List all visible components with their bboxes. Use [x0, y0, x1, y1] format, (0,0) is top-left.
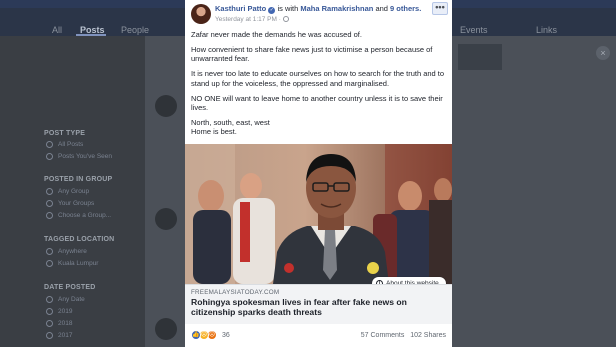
radio-icon[interactable] [46, 296, 53, 303]
filter-option[interactable]: 2017 [58, 332, 72, 339]
like-reaction-icon: 👍 [191, 330, 201, 340]
radio-icon[interactable] [46, 212, 53, 219]
radio-icon[interactable] [46, 141, 53, 148]
tagged-person-link[interactable]: Maha Ramakrishnan [300, 4, 373, 13]
radio-icon[interactable] [46, 188, 53, 195]
public-globe-icon [282, 16, 289, 22]
filter-option[interactable]: Anywhere [58, 248, 87, 255]
post-paragraph: How convenient to share fake news just t… [191, 44, 433, 64]
post-line: North, south, east, west [191, 117, 270, 127]
post-header: Kasthuri Patto ✓ is with Maha Ramakrishn… [215, 4, 421, 14]
filter-option[interactable]: Posts You've Seen [58, 153, 112, 160]
comments-count-link[interactable]: 57 Comments [361, 332, 405, 339]
reaction-count[interactable]: 36 [222, 332, 230, 339]
filter-option[interactable]: Kuala Lumpur [58, 260, 98, 267]
feed-column [145, 36, 185, 347]
link-domain[interactable]: FREEMALAYSIATODAY.COM [191, 289, 279, 296]
tab-events[interactable]: Events [460, 25, 488, 35]
link-title[interactable]: Rohingya spokesman lives in fear after f… [191, 297, 447, 318]
filter-heading-tagged-location: TAGGED LOCATION [44, 236, 115, 243]
post-text: Zafar never made the demands he was accu… [191, 30, 447, 137]
author-avatar[interactable] [191, 4, 211, 24]
post-paragraph: It is never too late to educate ourselve… [191, 69, 445, 88]
avatar[interactable] [155, 208, 177, 230]
tab-people[interactable]: People [121, 25, 149, 35]
others-link[interactable]: 9 others. [390, 4, 421, 13]
filter-option[interactable]: Your Groups [58, 200, 94, 207]
filter-option[interactable]: Any Date [58, 296, 85, 303]
radio-icon[interactable] [46, 320, 53, 327]
with-text: is with [277, 4, 299, 13]
close-icon[interactable]: × [596, 46, 610, 60]
and-text: and [375, 4, 388, 13]
radio-icon[interactable] [46, 308, 53, 315]
avatar[interactable] [155, 95, 177, 117]
thumbnail-image[interactable] [458, 44, 502, 70]
filter-option[interactable]: 2018 [58, 320, 72, 327]
post-timestamp[interactable]: Yesterday at 1:17 PM · [215, 16, 289, 23]
filter-heading-post-type: POST TYPE [44, 130, 86, 137]
radio-icon[interactable] [46, 248, 53, 255]
link-preview-image[interactable] [185, 144, 452, 284]
post-footer: 👍 ☹ ☹ 36 57 Comments 102 Shares [185, 324, 452, 347]
post-line: Home is best. [191, 127, 237, 137]
radio-icon[interactable] [46, 260, 53, 267]
filter-option[interactable]: 2019 [58, 308, 72, 315]
author-name[interactable]: Kasthuri Patto [215, 4, 266, 13]
right-column [452, 36, 616, 347]
more-options-button[interactable]: ••• [432, 2, 448, 15]
avatar[interactable] [155, 318, 177, 340]
shares-count-link[interactable]: 102 Shares [410, 332, 446, 339]
verified-badge-icon: ✓ [268, 7, 276, 14]
post-card: Kasthuri Patto ✓ is with Maha Ramakrishn… [185, 0, 452, 347]
link-preview[interactable]: FREEMALAYSIATODAY.COM Rohingya spokesman… [185, 284, 452, 324]
radio-icon[interactable] [46, 200, 53, 207]
filter-option[interactable]: All Posts [58, 141, 83, 148]
post-paragraph: NO ONE will want to leave home to anothe… [191, 93, 443, 112]
radio-icon[interactable] [46, 153, 53, 160]
filter-heading-date-posted: DATE POSTED [44, 284, 96, 291]
timestamp-text[interactable]: Yesterday at 1:17 PM [215, 16, 277, 23]
engagement-stats: 57 Comments 102 Shares [361, 332, 446, 339]
post-paragraph: Zafar never made the demands he was accu… [191, 30, 362, 39]
filter-heading-posted-in-group: POSTED IN GROUP [44, 176, 113, 183]
tab-all[interactable]: All [52, 25, 62, 35]
tab-links[interactable]: Links [536, 25, 557, 35]
filter-option[interactable]: Any Group [58, 188, 89, 195]
filter-option[interactable]: Choose a Group... [58, 212, 111, 219]
radio-icon[interactable] [46, 332, 53, 339]
